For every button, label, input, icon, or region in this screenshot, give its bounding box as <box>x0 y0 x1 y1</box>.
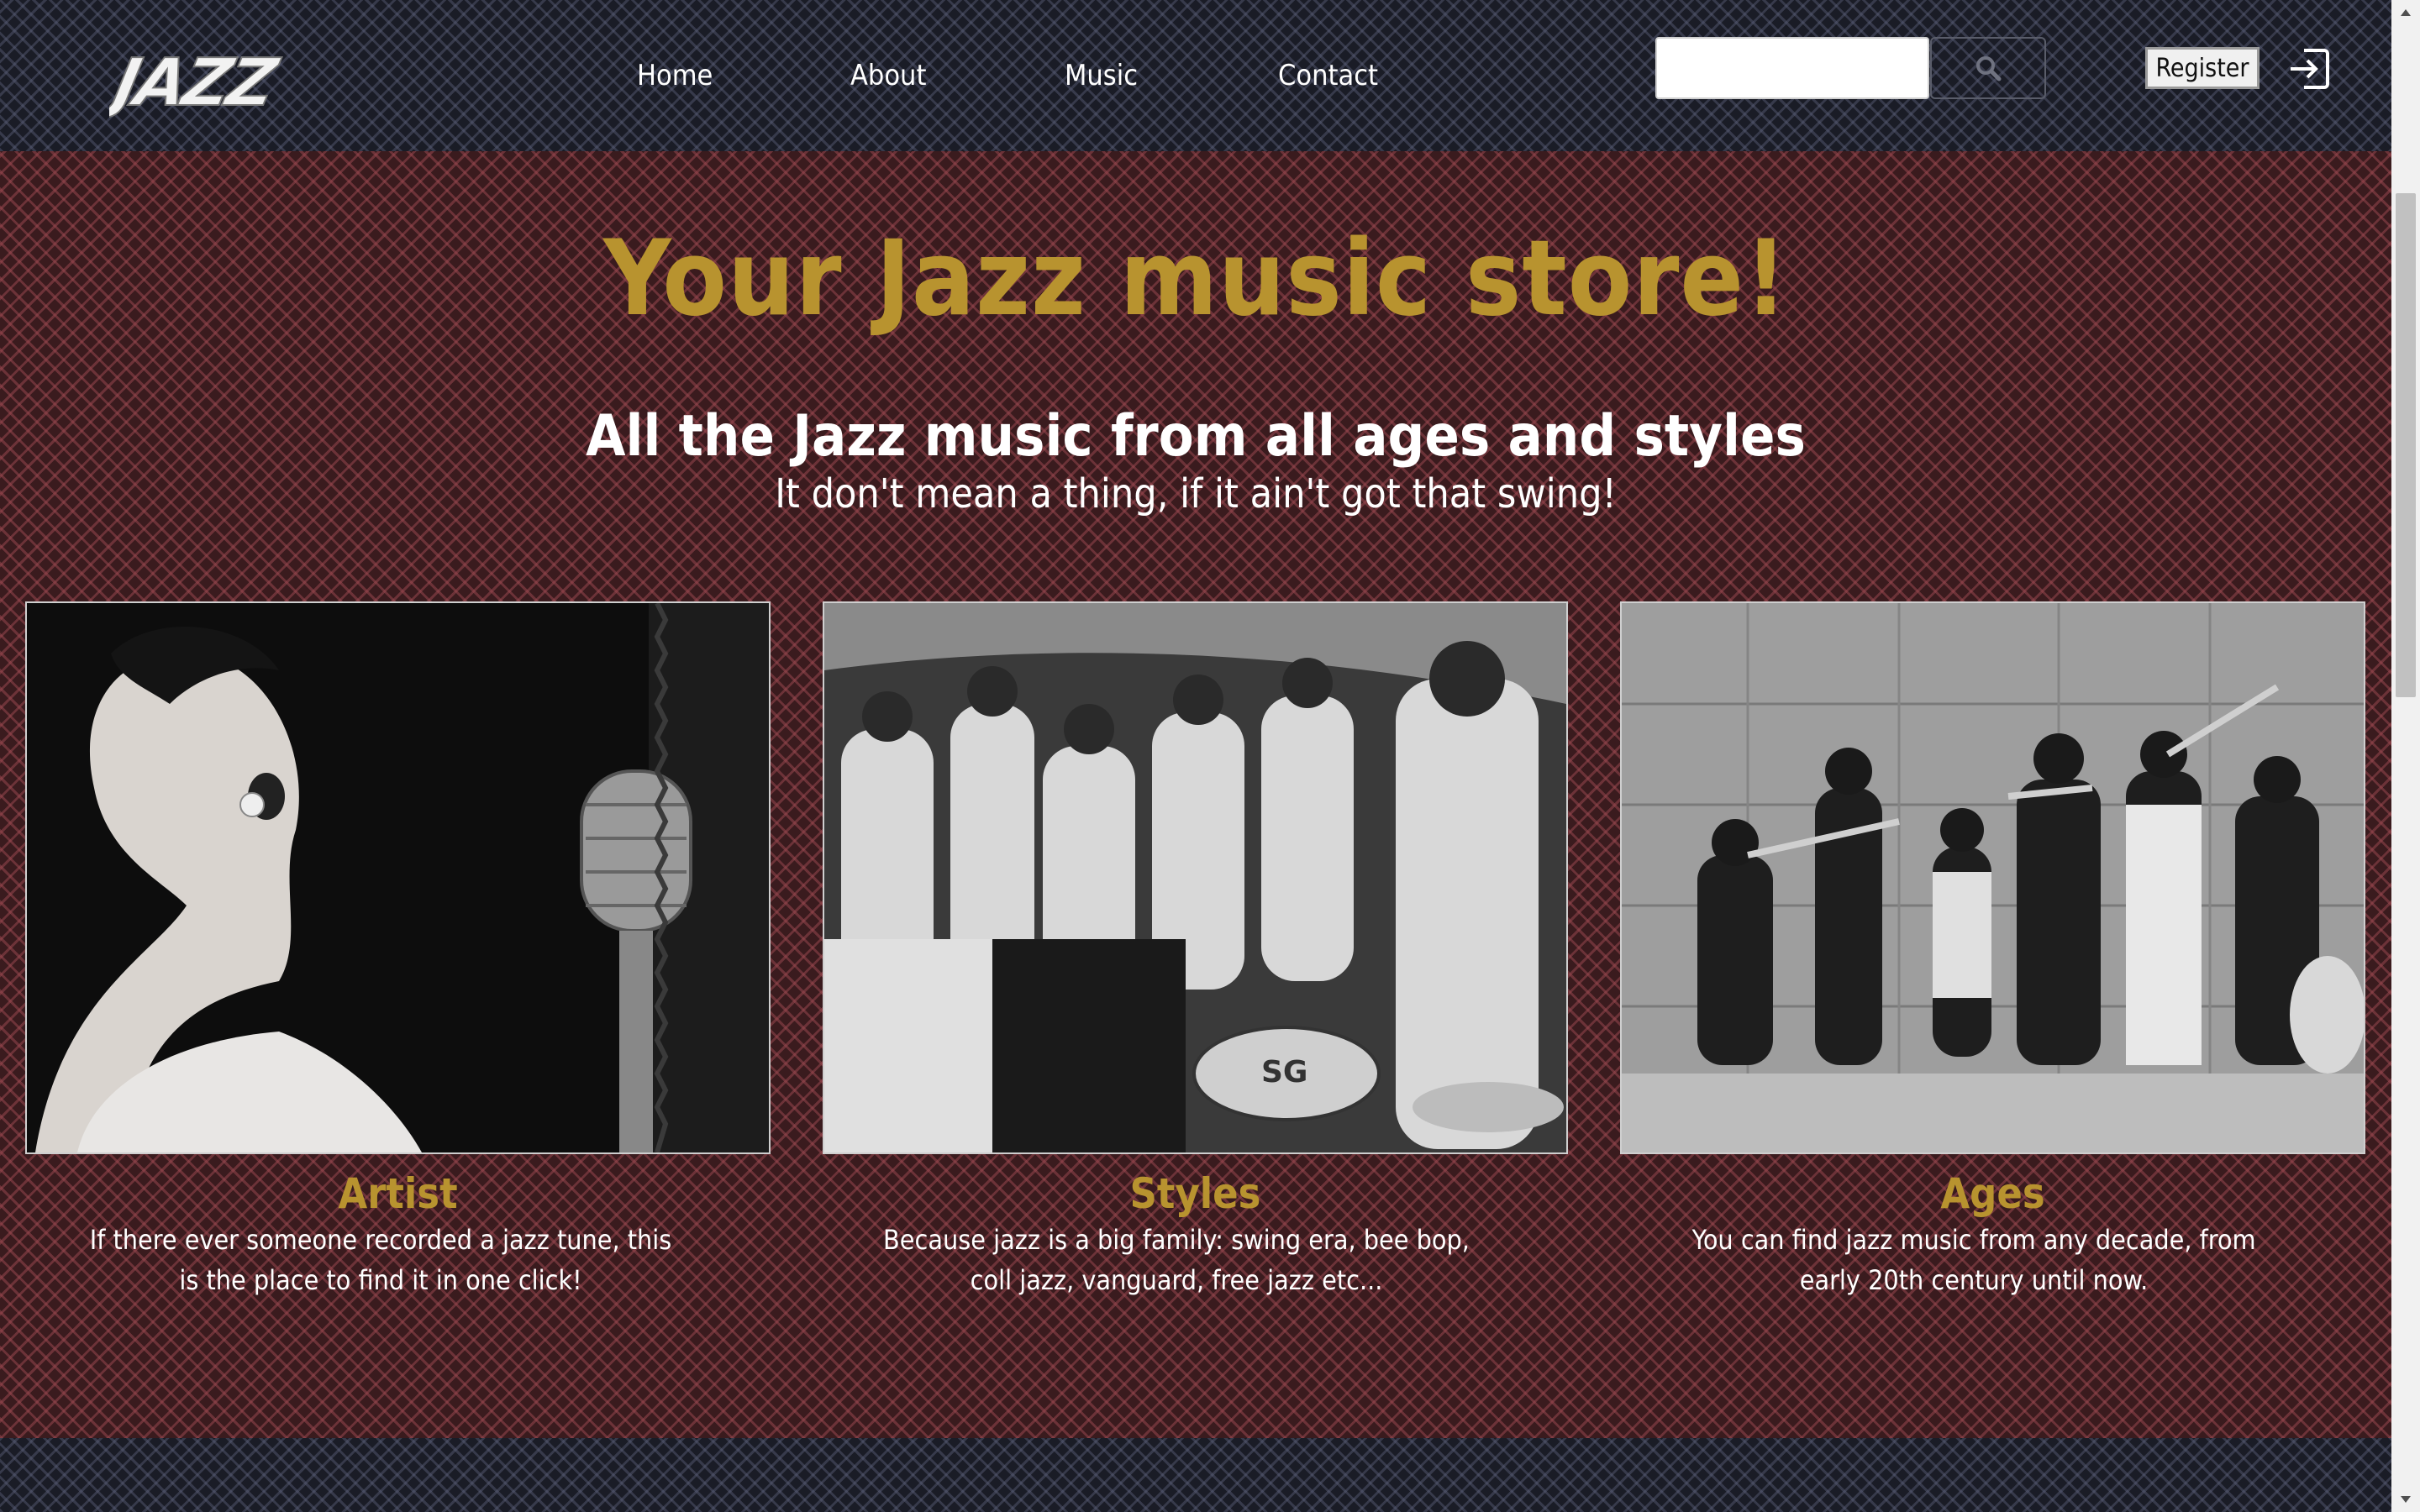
search-icon <box>1976 56 2002 81</box>
nav-about[interactable]: About <box>850 59 926 92</box>
scrollbar-thumb[interactable] <box>2396 193 2416 697</box>
card-title-artist: Artist <box>338 1169 458 1218</box>
login-button[interactable] <box>2286 45 2333 92</box>
svg-text:SG: SG <box>1261 1055 1307 1089</box>
nav-home[interactable]: Home <box>637 59 713 92</box>
card-text-styles: Because jazz is a big family: swing era,… <box>883 1224 1470 1296</box>
site-header: JAZZ Home About Music Contact Register <box>0 0 2391 151</box>
card-text-ages: You can find jazz music from any decade,… <box>1691 1224 2256 1296</box>
styles-photo[interactable]: SG <box>823 601 1568 1154</box>
hero-tagline: It don't mean a thing, if it ain't got t… <box>775 470 1617 517</box>
nav-contact[interactable]: Contact <box>1278 59 1378 92</box>
register-button[interactable]: Register <box>2145 47 2260 89</box>
page-scrollbar[interactable] <box>2391 0 2420 1512</box>
scroll-up-button[interactable] <box>2391 0 2420 25</box>
hero-subtitle: All the Jazz music from all ages and sty… <box>586 403 1806 470</box>
jazz-logo[interactable]: JAZZ <box>95 25 286 122</box>
nav-music[interactable]: Music <box>1065 59 1138 92</box>
scroll-down-button[interactable] <box>2391 1487 2420 1512</box>
card-title-styles: Styles <box>1129 1169 1261 1218</box>
card-text-artist: If there ever someone recorded a jazz tu… <box>89 1224 672 1296</box>
page-title: Your Jazz music store! <box>603 218 1788 339</box>
logo-wordmark: JAZZ <box>109 45 285 121</box>
hero-section: Your Jazz music store! All the Jazz musi… <box>0 151 2391 1438</box>
footer <box>0 1438 2391 1512</box>
artist-photo[interactable] <box>25 601 771 1154</box>
card-title-ages: Ages <box>1940 1169 2045 1218</box>
arrow-down-icon <box>2401 1496 2411 1503</box>
login-icon <box>2291 49 2329 89</box>
search-input[interactable] <box>1655 37 1929 99</box>
search-button[interactable] <box>1930 37 2046 99</box>
arrow-up-icon <box>2401 9 2411 16</box>
ages-photo[interactable] <box>1620 601 2365 1154</box>
